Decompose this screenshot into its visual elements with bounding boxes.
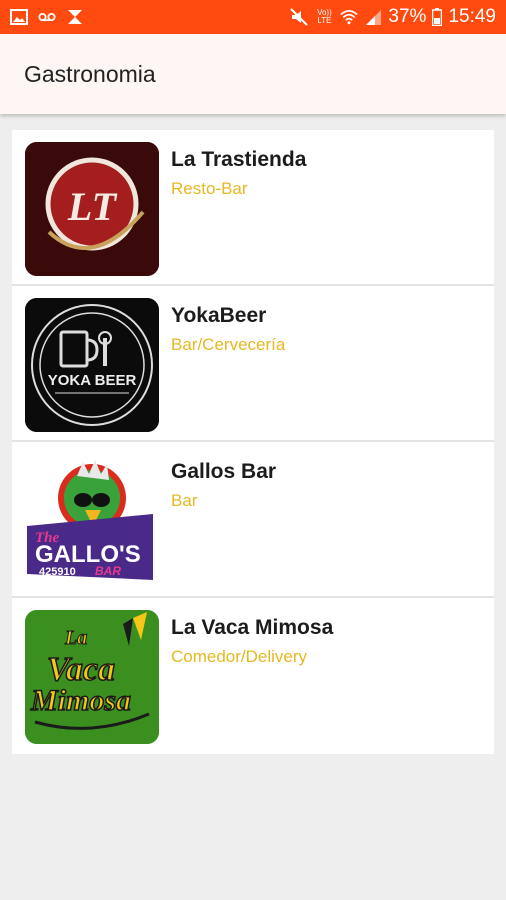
item-name: YokaBeer — [171, 304, 267, 327]
logo-text-bar: BAR — [95, 564, 121, 578]
gallos-bar-logo: The GALLO'S 425910 BAR — [25, 454, 159, 588]
la-vaca-mimosa-logo: La Vaca Mimosa — [25, 610, 159, 744]
logo-text: LT — [67, 184, 118, 229]
logo-text-la: La — [64, 627, 87, 649]
logo-text-vaca: Vaca — [47, 651, 115, 688]
logo-text-number: 425910 — [39, 566, 76, 578]
list-item[interactable]: YOKA BEER YokaBeer Bar/Cervecería — [12, 286, 494, 442]
notification-icon — [66, 8, 84, 26]
item-category: Bar/Cervecería — [171, 335, 286, 354]
image-icon — [10, 8, 28, 26]
battery-percent: 37% — [388, 6, 427, 27]
item-category: Bar — [171, 491, 198, 510]
item-name: Gallos Bar — [171, 460, 277, 483]
logo-text-mimosa: Mimosa — [30, 684, 131, 717]
app-bar: Gastronomia — [0, 34, 506, 114]
la-trastienda-logo: LT — [25, 142, 159, 276]
list-item[interactable]: LT La Trastienda Resto-Bar — [12, 130, 494, 286]
item-category: Resto-Bar — [171, 179, 248, 198]
voicemail-icon — [38, 8, 56, 26]
wifi-icon — [340, 8, 359, 26]
item-name: La Trastienda — [171, 148, 307, 171]
item-category: Comedor/Delivery — [171, 647, 308, 666]
restaurant-list: LT La Trastienda Resto-Bar YOKA BEER Yok… — [12, 130, 494, 754]
logo-text: YOKA BEER — [48, 372, 137, 389]
list-item[interactable]: La Vaca Mimosa La Vaca Mimosa Comedor/De… — [12, 598, 494, 754]
item-name: La Vaca Mimosa — [171, 616, 334, 639]
battery-icon — [432, 8, 443, 26]
clock: 15:49 — [448, 6, 496, 27]
page-title: Gastronomia — [24, 60, 156, 87]
mute-icon — [290, 8, 309, 26]
list-item[interactable]: The GALLO'S 425910 BAR Gallos Bar Bar — [12, 442, 494, 598]
logo-text-gallos: GALLO'S — [35, 541, 141, 568]
signal-icon — [364, 8, 382, 26]
status-bar: Vo)) LTE 37% 15:49 — [0, 0, 506, 34]
volte-icon: Vo)) LTE — [317, 8, 332, 25]
yokabeer-logo: YOKA BEER — [25, 298, 159, 432]
